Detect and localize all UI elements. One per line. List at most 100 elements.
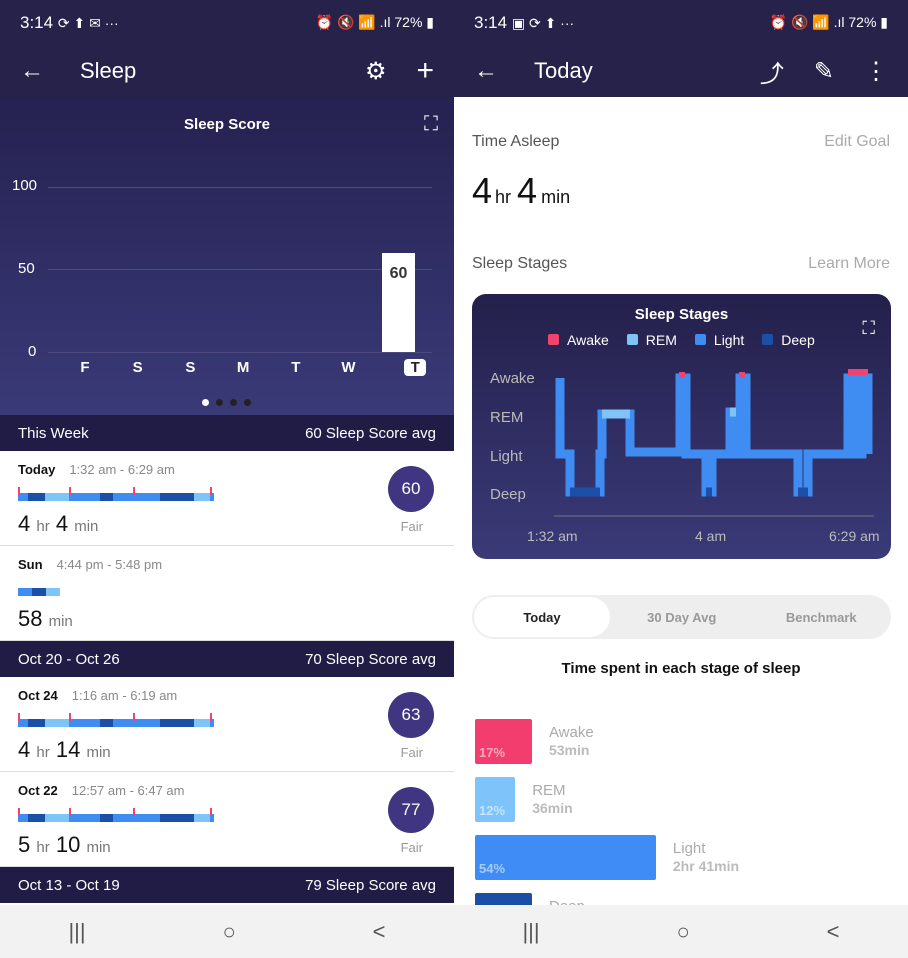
edit-goal-link[interactable]: Edit Goal: [824, 133, 890, 151]
hypnogram: [554, 369, 874, 517]
hr-unit: hr: [495, 187, 512, 207]
system-icons: ⏰ 🔇 📶 .ıl 72% ▮: [315, 14, 434, 30]
stage-strip: [18, 713, 214, 729]
stage-bar: 17%: [475, 719, 532, 764]
stage-strip: [18, 487, 214, 503]
recent-apps-icon[interactable]: |||: [522, 919, 539, 945]
min-unit: min: [541, 187, 571, 207]
stage-strip: [18, 808, 214, 824]
back-icon[interactable]: <: [827, 919, 840, 945]
android-nav-bar: ||| ○ <: [454, 905, 908, 958]
day-label[interactable]: W: [338, 359, 360, 376]
back-icon[interactable]: <: [373, 919, 386, 945]
hypnogram-line: [555, 373, 873, 497]
day-label[interactable]: S: [127, 359, 149, 376]
gridline: [48, 269, 432, 270]
stage-bar: 54%: [475, 835, 656, 880]
time-asleep-label: Time Asleep: [472, 133, 560, 150]
week-label: Oct 20 - Oct 26: [18, 650, 120, 668]
minutes: 4: [517, 170, 538, 211]
entry-time: 1:16 am - 6:19 am: [71, 688, 178, 703]
app-bar: ← Sleep ⚙ +: [0, 45, 454, 97]
stage-bar: 12%: [475, 777, 516, 822]
system-icons: ⏰ 🔇 📶 .ıl 72% ▮: [769, 14, 888, 30]
sleep-stages-card[interactable]: Sleep Stages ⛶ Awake REM Light Deep Awake R…: [472, 294, 891, 559]
sleep-score-chart: Sleep Score ⛶ 100 50 0 F S S M T W T 60: [0, 97, 454, 415]
week-header: This Week 60 Sleep Score avg: [0, 415, 454, 451]
day-label[interactable]: F: [74, 359, 96, 376]
android-nav-bar: ||| ○ <: [0, 905, 454, 958]
entry-time: 1:32 am - 6:29 am: [69, 462, 175, 477]
day-label[interactable]: T: [404, 359, 427, 376]
page-title: Sleep: [80, 58, 137, 83]
bar-value-label: 60: [389, 265, 408, 282]
hours: 4: [472, 170, 493, 211]
score-badge: 63: [388, 692, 434, 738]
stage-name: Light: [672, 840, 706, 857]
clock: 3:14: [474, 12, 508, 32]
score-rating: Fair: [400, 840, 423, 855]
tab-30-day-avg[interactable]: 30 Day Avg: [612, 595, 752, 639]
entry-duration: 4 hr 4 min: [18, 511, 99, 536]
home-icon[interactable]: ○: [222, 919, 235, 945]
week-header: Oct 20 - Oct 26 70 Sleep Score avg: [0, 641, 454, 677]
notification-icons: ▣ ⟳ ⬆ ···: [511, 14, 575, 31]
day-label[interactable]: M: [232, 359, 254, 376]
sleep-log-entry[interactable]: Sun 4:44 pm - 5:48 pm 58 min: [0, 546, 454, 641]
tab-benchmark[interactable]: Benchmark: [752, 595, 892, 639]
y-tick: 50: [18, 260, 35, 277]
rem-segment: [602, 407, 736, 419]
sleep-screen: 3:14 ⟳ ⬆ ✉ ··· ⏰ 🔇 📶 .ıl 72% ▮ ← Sleep ⚙…: [0, 0, 454, 958]
recent-apps-icon[interactable]: |||: [68, 919, 85, 945]
entry-date: Today: [18, 462, 56, 477]
more-icon[interactable]: ⋮: [864, 57, 888, 86]
page-dots[interactable]: [202, 399, 251, 406]
app-bar: ← Today ⤴ ✎ ⋮: [454, 45, 908, 97]
sleep-log-entry[interactable]: Oct 24 1:16 am - 6:19 am 4 hr 14 min 63 Fair: [0, 677, 454, 772]
entry-date: Oct 24: [18, 688, 58, 703]
y-tick: 0: [28, 343, 37, 360]
entry-duration: 4 hr 14 min: [18, 737, 111, 762]
week-header: Oct 13 - Oct 19 79 Sleep Score avg: [0, 867, 454, 903]
clock: 3:14: [20, 12, 54, 32]
gridline: [48, 187, 432, 188]
tab-today[interactable]: Today: [474, 597, 610, 637]
entry-duration: 5 hr 10 min: [18, 832, 111, 857]
entry-time: 12:57 am - 6:47 am: [71, 783, 185, 798]
edit-icon[interactable]: ✎: [814, 57, 834, 86]
back-arrow-icon[interactable]: ←: [474, 57, 498, 85]
page-title: Today: [534, 58, 593, 83]
awake-segments: [679, 369, 868, 378]
learn-more-link[interactable]: Learn More: [808, 255, 890, 273]
chart-title: Sleep Score: [184, 116, 270, 133]
week-label: Oct 13 - Oct 19: [18, 876, 120, 894]
week-avg: 70 Sleep Score avg: [305, 650, 436, 668]
entry-date: Sun: [18, 557, 43, 572]
gridline: [48, 352, 432, 353]
stage-duration: 36min: [532, 800, 573, 816]
stage-strip: [18, 582, 60, 598]
score-badge: 60: [388, 466, 434, 512]
x-tick: 6:29 am: [829, 528, 880, 544]
day-label[interactable]: S: [179, 359, 201, 376]
add-icon[interactable]: +: [416, 54, 434, 88]
expand-icon[interactable]: ⛶: [424, 113, 438, 136]
gear-icon[interactable]: ⚙: [365, 57, 387, 86]
sleep-log-entry[interactable]: Oct 22 12:57 am - 6:47 am 5 hr 10 min 77 Fai…: [0, 772, 454, 867]
home-icon[interactable]: ○: [676, 919, 689, 945]
stage-duration: 53min: [548, 742, 590, 758]
score-bar[interactable]: 60: [382, 253, 415, 352]
view-tabs: Today 30 Day Avg Benchmark: [472, 595, 891, 639]
week-label: This Week: [18, 424, 89, 442]
score-rating: Fair: [400, 745, 423, 760]
share-icon[interactable]: ⤴: [760, 54, 784, 89]
sleep-log-entry[interactable]: Today 1:32 am - 6:29 am 4 hr 4 min 60 Fair: [0, 451, 454, 546]
y-tick: 100: [12, 177, 38, 194]
score-badge: 77: [388, 787, 434, 833]
sleep-stages-label: Sleep Stages: [472, 255, 568, 272]
entry-time: 4:44 pm - 5:48 pm: [56, 557, 163, 572]
day-label[interactable]: T: [285, 359, 307, 376]
status-bar: 3:14 ⟳ ⬆ ✉ ··· ⏰ 🔇 📶 .ıl 72% ▮: [0, 0, 454, 45]
week-avg: 79 Sleep Score avg: [305, 876, 436, 894]
back-arrow-icon[interactable]: ←: [20, 57, 44, 85]
